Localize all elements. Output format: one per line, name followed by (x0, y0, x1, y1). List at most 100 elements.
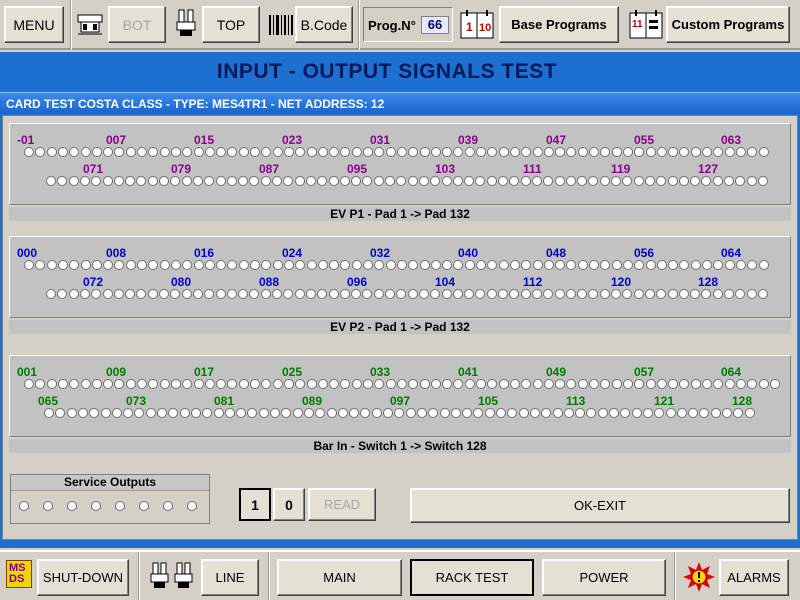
signal-indicator[interactable] (270, 408, 280, 418)
signal-indicator[interactable] (577, 379, 588, 389)
signal-indicator[interactable] (215, 176, 226, 186)
signal-indicator[interactable] (113, 289, 124, 299)
signal-indicator[interactable] (24, 147, 34, 157)
signal-indicator[interactable] (181, 289, 192, 299)
signal-indicator[interactable] (157, 408, 167, 418)
signal-indicator[interactable] (452, 289, 463, 299)
signal-indicator[interactable] (373, 176, 384, 186)
signal-indicator[interactable] (416, 408, 427, 418)
signal-indicator[interactable] (159, 289, 169, 299)
signal-indicator[interactable] (79, 289, 90, 299)
signal-indicator[interactable] (450, 408, 461, 418)
signal-indicator[interactable] (757, 289, 768, 299)
signal-indicator[interactable] (690, 260, 701, 270)
signal-indicator[interactable] (57, 147, 68, 157)
signal-indicator[interactable] (204, 147, 215, 157)
signal-indicator[interactable] (258, 408, 269, 418)
signal-indicator[interactable] (260, 289, 271, 299)
custom-programs-button[interactable]: Custom Programs (666, 6, 790, 43)
set-zero-button[interactable]: 0 (273, 488, 305, 521)
signal-indicator[interactable] (337, 408, 348, 418)
signal-indicator[interactable] (430, 260, 441, 270)
signal-indicator[interactable] (611, 289, 621, 299)
signal-indicator[interactable] (565, 289, 576, 299)
signal-indicator[interactable] (292, 408, 303, 418)
signal-indicator[interactable] (498, 147, 509, 157)
signal-indicator[interactable] (724, 260, 735, 270)
signal-indicator[interactable] (294, 289, 305, 299)
menu-button[interactable]: MENU (4, 6, 64, 43)
signal-indicator[interactable] (441, 176, 452, 186)
signal-indicator[interactable] (509, 147, 520, 157)
signal-indicator[interactable] (452, 176, 463, 186)
signal-indicator[interactable] (577, 260, 588, 270)
signal-indicator[interactable] (690, 379, 701, 389)
signal-indicator[interactable] (159, 147, 170, 157)
signal-indicator[interactable] (113, 176, 124, 186)
signal-indicator[interactable] (484, 408, 495, 418)
signal-indicator[interactable] (543, 379, 554, 389)
barcode-button[interactable]: B.Code (295, 6, 353, 43)
signal-indicator[interactable] (418, 289, 429, 299)
signal-indicator[interactable] (405, 408, 416, 418)
signal-indicator[interactable] (656, 147, 667, 157)
signal-indicator[interactable] (170, 379, 181, 389)
signal-indicator[interactable] (702, 147, 712, 157)
signal-indicator[interactable] (724, 379, 735, 389)
signal-indicator[interactable] (317, 147, 328, 157)
signal-indicator[interactable] (724, 147, 735, 157)
signal-indicator[interactable] (611, 176, 621, 186)
signal-indicator[interactable] (125, 260, 136, 270)
signal-indicator[interactable] (137, 379, 147, 389)
signal-indicator[interactable] (532, 379, 543, 389)
signal-indicator[interactable] (317, 379, 328, 389)
signal-indicator[interactable] (543, 147, 554, 157)
signal-indicator[interactable] (190, 408, 201, 418)
rack-test-button[interactable]: RACK TEST (410, 559, 534, 596)
signal-indicator[interactable] (305, 176, 316, 186)
signal-indicator[interactable] (633, 289, 644, 299)
signal-indicator[interactable] (272, 176, 282, 186)
signal-indicator[interactable] (407, 289, 418, 299)
signal-indicator[interactable] (147, 289, 158, 299)
read-button[interactable]: READ (308, 488, 376, 521)
service-output-indicator[interactable] (67, 501, 77, 511)
signal-indicator[interactable] (125, 379, 136, 389)
signal-indicator[interactable] (339, 289, 350, 299)
signal-indicator[interactable] (746, 176, 757, 186)
signal-indicator[interactable] (193, 147, 204, 157)
signal-indicator[interactable] (100, 408, 111, 418)
service-output-indicator[interactable] (43, 501, 53, 511)
signal-indicator[interactable] (111, 408, 122, 418)
signal-indicator[interactable] (385, 379, 396, 389)
signal-indicator[interactable] (565, 176, 576, 186)
signal-indicator[interactable] (46, 260, 57, 270)
signal-indicator[interactable] (735, 379, 746, 389)
signal-indicator[interactable] (509, 379, 520, 389)
signal-indicator[interactable] (498, 176, 508, 186)
signal-indicator[interactable] (179, 408, 190, 418)
signal-indicator[interactable] (80, 379, 91, 389)
signal-indicator[interactable] (91, 260, 102, 270)
signal-indicator[interactable] (464, 260, 475, 270)
signal-indicator[interactable] (272, 260, 283, 270)
signal-indicator[interactable] (712, 176, 723, 186)
signal-indicator[interactable] (383, 408, 393, 418)
signal-indicator[interactable] (644, 289, 655, 299)
service-output-indicator[interactable] (115, 501, 125, 511)
signal-indicator[interactable] (520, 176, 531, 186)
signal-indicator[interactable] (24, 379, 34, 389)
signal-indicator[interactable] (283, 379, 294, 389)
signal-indicator[interactable] (464, 147, 475, 157)
signal-indicator[interactable] (631, 408, 642, 418)
signal-indicator[interactable] (678, 289, 689, 299)
signal-indicator[interactable] (328, 289, 339, 299)
signal-indicator[interactable] (250, 260, 260, 270)
power-button[interactable]: POWER (542, 559, 666, 596)
signal-indicator[interactable] (529, 408, 540, 418)
signal-indicator[interactable] (204, 260, 215, 270)
signal-indicator[interactable] (702, 260, 712, 270)
signal-indicator[interactable] (554, 289, 565, 299)
signal-indicator[interactable] (46, 289, 56, 299)
signal-indicator[interactable] (147, 176, 158, 186)
